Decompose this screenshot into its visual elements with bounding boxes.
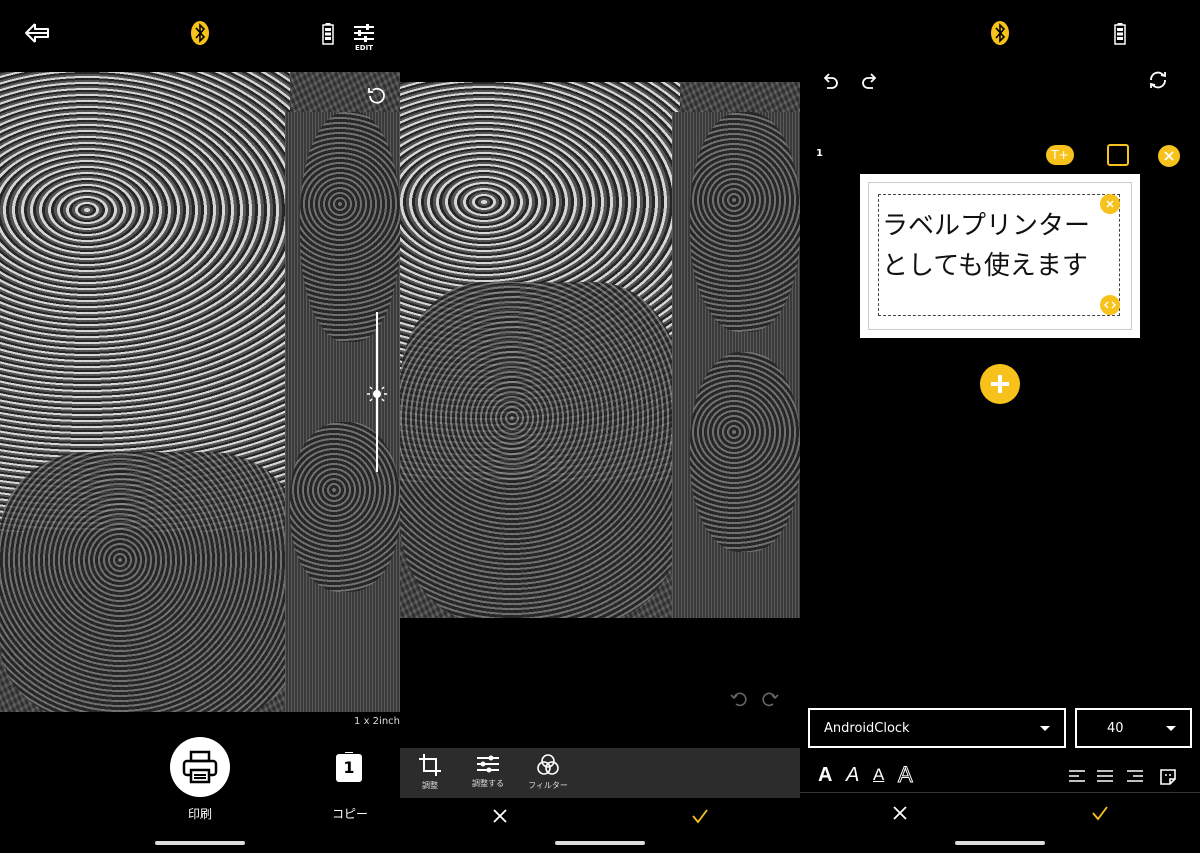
photo-preview xyxy=(0,72,400,712)
font-family-dropdown[interactable]: AndroidClock xyxy=(808,708,1066,748)
filter-icon xyxy=(537,754,559,775)
chevron-down-icon xyxy=(1166,726,1176,731)
align-center-icon[interactable] xyxy=(1096,768,1114,784)
sticker-icon[interactable] xyxy=(1158,767,1178,787)
edit-label: EDIT xyxy=(355,44,373,52)
font-size-dropdown[interactable]: 40 xyxy=(1075,708,1192,748)
undo-icon[interactable] xyxy=(820,70,840,90)
font-size-value: 40 xyxy=(1107,720,1124,736)
brightness-icon[interactable] xyxy=(366,383,388,405)
crop-tool-label: 調整 xyxy=(422,781,438,790)
home-indicator xyxy=(555,841,645,845)
sync-icon[interactable] xyxy=(1146,69,1170,91)
cancel-button[interactable] xyxy=(890,803,910,823)
filter-tool-button[interactable]: フィルター xyxy=(518,754,578,791)
add-text-button[interactable]: T+ xyxy=(1046,145,1074,165)
close-icon xyxy=(1164,151,1174,161)
copy-count-button[interactable]: 1 xyxy=(336,751,362,782)
check-icon xyxy=(1092,806,1108,821)
cancel-button[interactable] xyxy=(490,806,510,826)
confirm-button[interactable] xyxy=(690,806,710,826)
close-icon xyxy=(893,806,907,820)
sliders-icon xyxy=(477,755,499,773)
back-arrow-icon[interactable] xyxy=(22,20,52,46)
resize-handle[interactable] xyxy=(1100,295,1120,315)
filter-tool-label: フィルター xyxy=(528,781,568,790)
align-left-icon[interactable] xyxy=(1068,768,1086,784)
add-frame-button[interactable] xyxy=(1107,144,1129,166)
label-editor-screen: 1 T+ ラベルプリンター としても使えます AndroidClock 40 A… xyxy=(800,0,1200,853)
home-indicator xyxy=(155,841,245,845)
printer-icon xyxy=(182,750,218,784)
print-label: 印刷 xyxy=(187,807,212,821)
sliders-icon xyxy=(354,24,374,42)
label-canvas[interactable]: ラベルプリンター としても使えます xyxy=(860,174,1140,338)
print-button[interactable] xyxy=(170,737,230,797)
crop-tool-button[interactable]: 調整 xyxy=(400,754,460,791)
rotate-icon[interactable] xyxy=(364,84,388,108)
align-right-icon[interactable] xyxy=(1126,768,1144,784)
check-icon xyxy=(692,809,708,824)
italic-icon[interactable]: A xyxy=(846,764,859,787)
plus-icon xyxy=(991,375,1009,393)
home-indicator xyxy=(955,841,1045,845)
copy-count-value: 1 xyxy=(343,758,355,777)
close-icon xyxy=(1106,200,1114,208)
photo-edit-canvas xyxy=(400,82,800,618)
remove-textbox-button[interactable] xyxy=(1100,194,1120,214)
underline-icon[interactable]: A xyxy=(873,765,884,785)
label-text[interactable]: ラベルプリンター としても使えます xyxy=(882,206,1090,286)
adjust-tool-button[interactable]: 調整する xyxy=(458,754,518,789)
bold-icon[interactable]: A xyxy=(818,764,832,787)
copy-label: コピー xyxy=(331,807,368,821)
edit-toolbar: 調整 調整する フィルター xyxy=(400,748,800,798)
undo-icon[interactable] xyxy=(728,688,750,710)
photo-edit-screen: 調整 調整する フィルター xyxy=(400,0,800,853)
bluetooth-icon xyxy=(188,20,212,46)
chevron-down-icon xyxy=(1040,726,1050,731)
bluetooth-icon xyxy=(988,20,1012,46)
size-label: 1 x 2inch xyxy=(354,716,400,727)
confirm-button[interactable] xyxy=(1090,803,1110,823)
add-text-badge: T+ xyxy=(1051,148,1069,162)
redo-icon[interactable] xyxy=(759,688,781,710)
font-family-value: AndroidClock xyxy=(824,720,910,736)
add-label-button[interactable] xyxy=(980,364,1020,404)
edit-button[interactable]: EDIT xyxy=(350,22,378,54)
resize-arrows-icon xyxy=(1104,301,1116,309)
battery-icon xyxy=(320,22,336,46)
redo-icon[interactable] xyxy=(860,70,880,90)
close-icon xyxy=(493,809,507,823)
delete-label-button[interactable] xyxy=(1158,145,1180,167)
crop-icon xyxy=(419,754,441,776)
print-preview-screen: EDIT 1 x 2inch 印刷 1 コピー xyxy=(0,0,400,853)
battery-icon xyxy=(1112,22,1128,46)
adjust-tool-label: 調整する xyxy=(472,779,504,788)
label-number: 1 xyxy=(816,148,823,159)
outline-text-icon[interactable]: A xyxy=(898,762,914,788)
